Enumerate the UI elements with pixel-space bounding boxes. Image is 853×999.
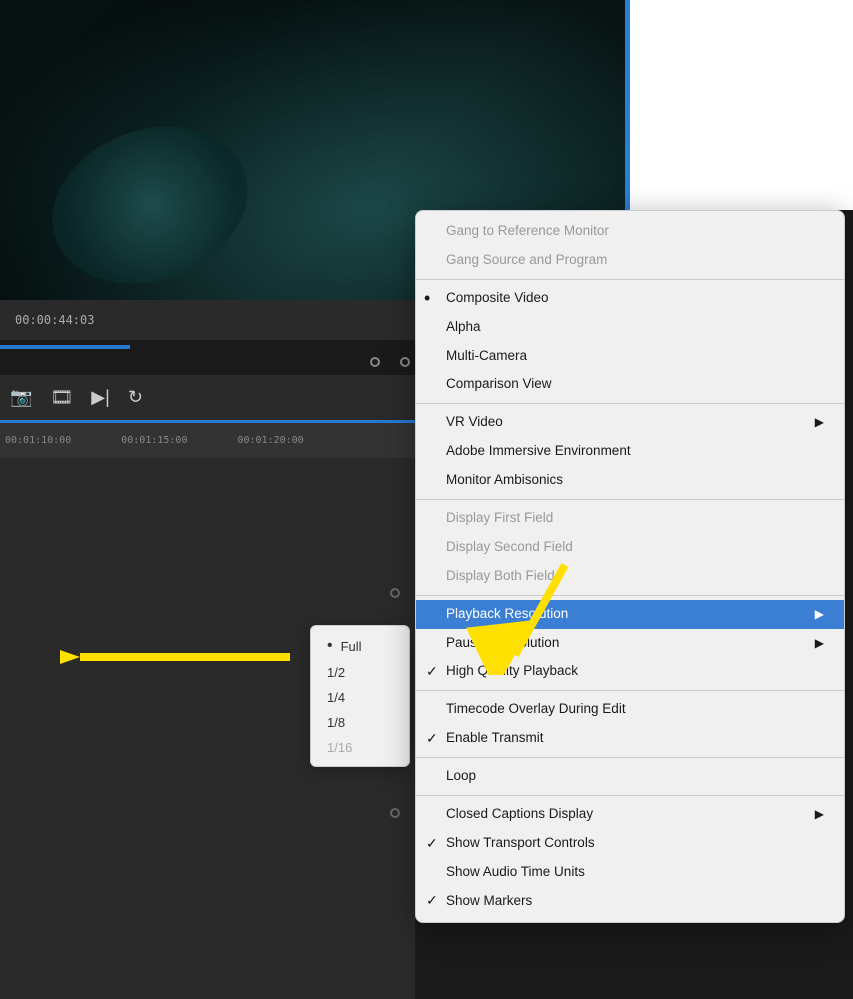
menu-label-display-first: Display First Field	[446, 509, 553, 528]
loop-icon[interactable]: ↻	[128, 387, 143, 408]
menu-item-timecode-overlay[interactable]: Timecode Overlay During Edit	[416, 695, 844, 724]
submenu-arrow-icon-playback: ▶	[815, 606, 824, 623]
submenu-item-quarter[interactable]: 1/4	[311, 685, 409, 710]
menu-item-show-audio[interactable]: Show Audio Time Units	[416, 858, 844, 887]
film-icon[interactable]: 🎞	[50, 387, 73, 408]
transport-controls: 📷 🎞 ▶| ↻	[0, 375, 415, 420]
menu-label-paused-res: Paused Resolution	[446, 634, 559, 653]
menu-item-playback-res[interactable]: Playback Resolution ▶	[416, 600, 844, 629]
menu-label-comparison: Comparison View	[446, 375, 552, 394]
menu-item-display-both: Display Both Fields	[416, 562, 844, 591]
separator-6	[416, 757, 844, 758]
menu-label-show-audio: Show Audio Time Units	[446, 863, 585, 882]
camera-icon[interactable]: 📷	[10, 387, 32, 408]
menu-item-comparison[interactable]: Comparison View	[416, 370, 844, 399]
submenu-arrow-icon-vr: ▶	[815, 414, 824, 431]
menu-label-multicam: Multi-Camera	[446, 347, 527, 366]
bullet-icon: •	[327, 637, 333, 655]
menu-item-loop[interactable]: Loop	[416, 762, 844, 791]
menu-item-display-second: Display Second Field	[416, 533, 844, 562]
menu-item-high-quality[interactable]: ✓ High Quality Playback	[416, 657, 844, 686]
menu-label-gang-ref: Gang to Reference Monitor	[446, 222, 609, 241]
track-dot-3	[390, 808, 400, 818]
menu-label-monitor-ambi: Monitor Ambisonics	[446, 471, 563, 490]
separator-3	[416, 499, 844, 500]
menu-item-closed-captions[interactable]: Closed Captions Display ▶	[416, 800, 844, 829]
right-panel	[630, 0, 853, 210]
ruler-mark-2: 00:01:15:00	[121, 435, 187, 446]
submenu-label-eighth: 1/8	[327, 715, 345, 730]
menu-label-composite: Composite Video	[446, 289, 549, 308]
context-menu[interactable]: Gang to Reference Monitor Gang Source an…	[415, 210, 845, 923]
timecode-left: 00:00:44:03	[15, 313, 94, 327]
menu-label-timecode-overlay: Timecode Overlay During Edit	[446, 700, 626, 719]
menu-item-vr[interactable]: VR Video ▶	[416, 408, 844, 437]
play-forward-icon[interactable]: ▶|	[91, 387, 110, 408]
separator-5	[416, 690, 844, 691]
menu-item-composite[interactable]: • Composite Video	[416, 284, 844, 313]
submenu-item-half[interactable]: 1/2	[311, 660, 409, 685]
submenu-label-full: Full	[341, 639, 362, 654]
menu-item-paused-res[interactable]: Paused Resolution ▶	[416, 629, 844, 658]
scrubber-handle-right[interactable]	[400, 357, 410, 367]
separator-1	[416, 279, 844, 280]
menu-item-gang-ref: Gang to Reference Monitor	[416, 217, 844, 246]
menu-label-adobe-immersive: Adobe Immersive Environment	[446, 442, 631, 461]
submenu-arrow-icon-paused: ▶	[815, 635, 824, 652]
check-icon-enable-transmit: ✓	[426, 729, 438, 749]
check-icon-show-transport: ✓	[426, 834, 438, 854]
submenu-label-half: 1/2	[327, 665, 345, 680]
ruler-mark-3: 00:01:20:00	[237, 435, 303, 446]
separator-4	[416, 595, 844, 596]
check-icon-show-markers: ✓	[426, 891, 438, 911]
submenu-item-sixteenth: 1/16	[311, 735, 409, 760]
menu-label-vr: VR Video	[446, 413, 503, 432]
menu-label-high-quality: High Quality Playback	[446, 662, 578, 681]
resolution-submenu[interactable]: • Full 1/2 1/4 1/8 1/16	[310, 625, 410, 767]
menu-label-closed-captions: Closed Captions Display	[446, 805, 593, 824]
menu-item-enable-transmit[interactable]: ✓ Enable Transmit	[416, 724, 844, 753]
menu-label-alpha: Alpha	[446, 318, 481, 337]
menu-label-display-second: Display Second Field	[446, 538, 573, 557]
submenu-item-eighth[interactable]: 1/8	[311, 710, 409, 735]
menu-label-show-markers: Show Markers	[446, 892, 532, 911]
menu-label-gang-src: Gang Source and Program	[446, 251, 607, 270]
bullet-icon-composite: •	[424, 289, 430, 307]
ruler-mark-1: 00:01:10:00	[5, 435, 71, 446]
scrubber-handle-left[interactable]	[370, 357, 380, 367]
menu-item-show-markers[interactable]: ✓ Show Markers	[416, 887, 844, 916]
menu-item-monitor-ambi[interactable]: Monitor Ambisonics	[416, 466, 844, 495]
menu-item-display-first: Display First Field	[416, 504, 844, 533]
separator-7	[416, 795, 844, 796]
check-icon-high-quality: ✓	[426, 662, 438, 682]
menu-item-show-transport[interactable]: ✓ Show Transport Controls	[416, 829, 844, 858]
track-dot-1	[390, 588, 400, 598]
timeline-ruler: 00:01:10:00 00:01:15:00 00:01:20:00	[0, 423, 415, 458]
menu-label-show-transport: Show Transport Controls	[446, 834, 595, 853]
submenu-label-quarter: 1/4	[327, 690, 345, 705]
menu-label-enable-transmit: Enable Transmit	[446, 729, 544, 748]
submenu-item-full[interactable]: • Full	[311, 632, 409, 660]
menu-label-display-both: Display Both Fields	[446, 567, 562, 586]
submenu-label-sixteenth: 1/16	[327, 740, 352, 755]
menu-item-alpha[interactable]: Alpha	[416, 313, 844, 342]
separator-2	[416, 403, 844, 404]
menu-item-multicam[interactable]: Multi-Camera	[416, 342, 844, 371]
menu-item-adobe-immersive[interactable]: Adobe Immersive Environment	[416, 437, 844, 466]
menu-label-loop: Loop	[446, 767, 476, 786]
submenu-arrow-icon-captions: ▶	[815, 806, 824, 823]
blue-border-accent	[625, 0, 630, 210]
menu-item-gang-src: Gang Source and Program	[416, 246, 844, 275]
menu-label-playback-res: Playback Resolution	[446, 605, 568, 624]
scrubber-progress	[0, 345, 130, 349]
